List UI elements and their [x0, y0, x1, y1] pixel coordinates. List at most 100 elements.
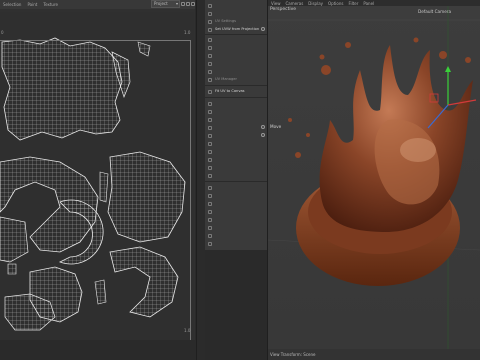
command-icon — [208, 53, 212, 58]
app-window: Selection Paint Texture Project ▾ 0 1.0 … — [0, 0, 480, 360]
menu-view[interactable]: View — [271, 1, 281, 6]
uv-tick-top-right: 1.0 — [184, 30, 191, 35]
list-item[interactable] — [205, 224, 267, 231]
list-item[interactable] — [205, 240, 267, 247]
uv-0-1-frame — [0, 40, 191, 340]
command-icon — [208, 185, 212, 190]
view-transform-label: View Transform: Scene — [270, 352, 316, 357]
divider — [205, 181, 267, 182]
fit-uv-to-canvas-item[interactable]: Fit UV to Canvas — [205, 88, 267, 95]
menu-cameras[interactable]: Cameras — [286, 1, 304, 6]
list-item[interactable] — [205, 100, 267, 107]
command-icon — [208, 193, 212, 198]
list-item[interactable] — [205, 36, 267, 43]
uv-canvas[interactable]: 0 1.0 1.0 — [0, 12, 194, 340]
command-icon — [208, 125, 212, 130]
3d-viewport[interactable]: View Cameras Display Options Filter Pane… — [268, 0, 480, 360]
list-item[interactable] — [205, 132, 267, 139]
divider — [205, 97, 267, 98]
uv-tick-top-left: 0 — [1, 30, 4, 35]
command-icon — [208, 209, 212, 214]
command-icon — [208, 233, 212, 238]
menu-texture[interactable]: Texture — [43, 2, 58, 7]
gear-icon[interactable] — [261, 125, 265, 129]
uv-command-list: UV Settings Set UVW from Projection UV M… — [205, 0, 267, 250]
uv-settings-label: UV Settings — [215, 19, 236, 23]
projection-label: Perspective — [270, 7, 297, 12]
list-item[interactable] — [205, 156, 267, 163]
chevron-down-icon: ▾ — [175, 1, 178, 6]
command-icon — [208, 225, 212, 230]
list-item[interactable] — [205, 184, 267, 191]
list-item[interactable] — [205, 172, 267, 179]
list-item[interactable] — [205, 232, 267, 239]
gear-icon[interactable] — [261, 27, 265, 31]
grid-icon[interactable] — [181, 2, 185, 6]
command-icon — [208, 165, 212, 170]
pan-icon[interactable] — [186, 2, 190, 6]
menu-panel[interactable]: Panel — [363, 1, 374, 6]
attribute-panel-empty — [205, 250, 267, 360]
viewport-menubar: View Cameras Display Options Filter Pane… — [268, 0, 480, 6]
list-item[interactable] — [205, 124, 267, 131]
command-icon — [208, 45, 212, 50]
manager-icon — [208, 77, 212, 82]
list-item[interactable] — [205, 68, 267, 75]
divider — [205, 34, 267, 35]
list-item[interactable] — [205, 10, 267, 17]
uv-toolbar-icons — [181, 0, 195, 8]
uv-settings-item[interactable]: UV Settings — [205, 18, 267, 25]
command-icon — [208, 141, 212, 146]
list-item[interactable] — [205, 148, 267, 155]
command-icon — [208, 69, 212, 74]
command-icon — [208, 157, 212, 162]
settings-icon — [208, 19, 212, 24]
viewport-scene — [268, 0, 480, 349]
menu-display[interactable]: Display — [308, 1, 323, 6]
command-icon — [208, 11, 212, 16]
list-item[interactable] — [205, 164, 267, 171]
command-icon — [208, 241, 212, 246]
camera-label: Default Camera — [418, 9, 452, 14]
list-item[interactable] — [205, 140, 267, 147]
list-item[interactable] — [205, 200, 267, 207]
list-item[interactable] — [205, 2, 267, 9]
menu-filter[interactable]: Filter — [348, 1, 358, 6]
projection-icon — [208, 27, 212, 32]
command-icon — [208, 201, 212, 206]
uv-manager-label: UV Manager — [215, 77, 237, 81]
uv-tick-bottom-right: 1.0 — [184, 328, 191, 333]
uv-manager-item[interactable]: UV Manager — [205, 76, 267, 83]
project-dropdown[interactable]: Project ▾ — [151, 0, 180, 8]
list-item[interactable] — [205, 116, 267, 123]
menu-options[interactable]: Options — [328, 1, 343, 6]
uv-editor-panel: Selection Paint Texture Project ▾ 0 1.0 … — [0, 0, 195, 340]
list-item[interactable] — [205, 60, 267, 67]
list-item[interactable] — [205, 192, 267, 199]
menu-selection[interactable]: Selection — [3, 2, 21, 7]
active-tool-label: Move — [270, 124, 282, 129]
command-icon — [208, 3, 212, 8]
command-icon — [208, 37, 212, 42]
command-icon — [208, 109, 212, 114]
command-icon — [208, 133, 212, 138]
fit-canvas-icon — [208, 89, 212, 94]
list-item[interactable] — [205, 52, 267, 59]
list-item[interactable] — [205, 108, 267, 115]
menu-paint[interactable]: Paint — [27, 2, 37, 7]
command-icon — [208, 217, 212, 222]
list-item[interactable] — [205, 216, 267, 223]
command-icon — [208, 173, 212, 178]
list-item[interactable] — [205, 208, 267, 215]
set-uvw-from-projection-item[interactable]: Set UVW from Projection — [205, 26, 267, 33]
command-icon — [208, 117, 212, 122]
gear-icon[interactable] — [261, 133, 265, 137]
project-dropdown-label: Project — [154, 1, 168, 6]
list-item[interactable] — [205, 44, 267, 51]
command-icon — [208, 149, 212, 154]
set-uvw-label: Set UVW from Projection — [215, 27, 260, 31]
zoom-icon[interactable] — [191, 2, 195, 6]
fit-uv-label: Fit UV to Canvas — [215, 89, 245, 93]
command-icon — [208, 61, 212, 66]
divider — [205, 85, 267, 86]
